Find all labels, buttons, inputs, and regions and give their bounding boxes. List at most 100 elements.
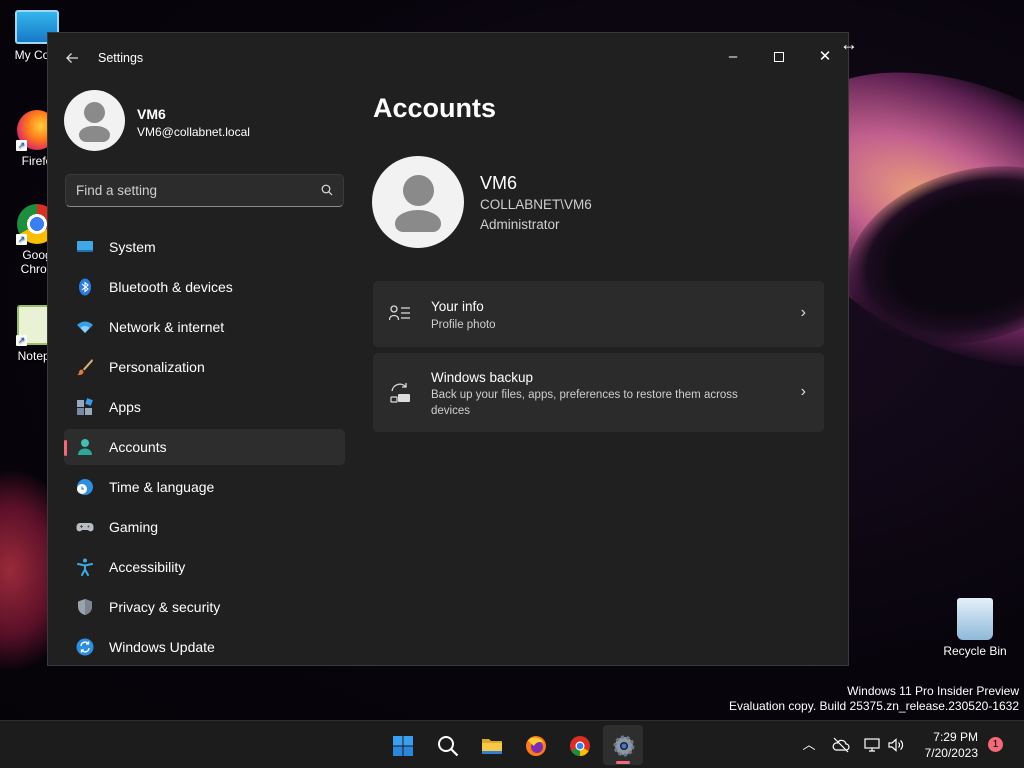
evaluation-watermark: Windows 11 Pro Insider Preview Evaluatio… — [729, 684, 1019, 714]
your-info-card[interactable]: Your info Profile photo › — [373, 281, 824, 347]
start-button[interactable] — [382, 725, 422, 765]
search-box[interactable] — [65, 174, 344, 207]
user-name: VM6 — [137, 106, 166, 122]
sidebar-item-label: Apps — [109, 399, 141, 415]
gamepad-icon — [76, 523, 94, 532]
person-body — [79, 126, 110, 142]
chevron-up-icon: ︿ — [802, 737, 816, 752]
sidebar-item-bluetooth[interactable]: Bluetooth & devices — [64, 269, 345, 305]
time-language-icon — [77, 479, 93, 495]
card-title: Windows backup — [431, 370, 534, 385]
taskbar-settings[interactable] — [603, 725, 643, 765]
chrome-icon — [570, 736, 590, 757]
taskbar-file-explorer[interactable] — [471, 725, 511, 765]
windows-backup-card[interactable]: Windows backup Back up your files, apps,… — [373, 353, 824, 432]
back-arrow-icon — [66, 53, 78, 63]
sidebar-item-label: Time & language — [109, 479, 215, 495]
person-body — [395, 210, 441, 232]
sidebar-item-accounts[interactable]: Accounts — [64, 429, 345, 465]
sidebar-item-label: Accessibility — [109, 559, 186, 575]
settings-window: Settings – ✕ VM6 VM6@collabnet.local Sys… — [47, 32, 849, 666]
sidebar-item-accessibility[interactable]: Accessibility — [64, 549, 345, 585]
search-icon[interactable] — [321, 184, 333, 196]
recycle-bin-icon — [957, 598, 993, 640]
taskbar-chrome[interactable] — [559, 725, 599, 765]
page-title: Accounts — [373, 93, 497, 123]
start-icon — [393, 736, 413, 756]
brush-icon — [77, 359, 93, 376]
sidebar-item-label: Bluetooth & devices — [109, 279, 233, 295]
cloud-offline-icon — [832, 737, 850, 753]
wifi-icon — [77, 321, 93, 333]
account-name: VM6 — [480, 173, 518, 193]
file-explorer-icon — [482, 739, 502, 754]
notification-badge[interactable]: 1 — [988, 737, 1003, 752]
shortcut-arrow-icon: ↗ — [16, 234, 27, 245]
search-icon — [438, 736, 459, 757]
accounts-icon — [78, 439, 92, 455]
shield-icon — [78, 599, 92, 615]
desktop-icon-label: Recycle Bin — [943, 644, 1007, 658]
shortcut-arrow-icon: ↗ — [16, 140, 27, 151]
sidebar-item-apps[interactable]: Apps — [64, 389, 345, 425]
network-icon — [864, 738, 880, 752]
watermark-line: Evaluation copy. Build 25375.zn_release.… — [729, 699, 1019, 713]
account-avatar — [372, 156, 464, 248]
title-bar[interactable]: Settings – ✕ — [48, 33, 848, 81]
sidebar-item-system[interactable]: System — [64, 229, 345, 265]
sidebar-item-windows-update[interactable]: Windows Update — [64, 629, 345, 665]
bluetooth-icon — [79, 278, 91, 296]
update-icon — [76, 638, 94, 656]
tray-cloud-offline[interactable] — [832, 736, 850, 754]
account-domain: COLLABNET\VM6 — [480, 197, 592, 212]
system-icon — [77, 241, 93, 252]
show-hidden-icons-button[interactable]: ︿ — [800, 736, 818, 754]
firefox-icon — [526, 736, 546, 756]
window-title: Settings — [98, 51, 144, 65]
taskbar-firefox[interactable] — [515, 725, 555, 765]
sidebar-item-label: Gaming — [109, 519, 159, 535]
sidebar-item-label: Accounts — [109, 439, 167, 455]
volume-icon — [888, 738, 904, 752]
chevron-right-icon: › — [800, 383, 806, 400]
sidebar-item-time-language[interactable]: Time & language — [64, 469, 345, 505]
tray-volume[interactable] — [887, 736, 905, 754]
watermark-line: Windows 11 Pro Insider Preview — [847, 684, 1019, 698]
chevron-right-icon: › — [800, 304, 806, 321]
active-app-indicator — [616, 761, 630, 764]
backup-icon — [390, 383, 410, 403]
clock-date: 7/20/2023 — [924, 746, 978, 760]
desktop-icon-recycle-bin[interactable]: Recycle Bin — [939, 598, 1011, 658]
minimize-button[interactable]: – — [710, 41, 756, 73]
sidebar-item-label: Personalization — [109, 359, 205, 375]
user-email: VM6@collabnet.local — [137, 125, 250, 139]
card-title: Your info — [431, 299, 484, 314]
sidebar-item-label: Privacy & security — [109, 599, 221, 615]
clock-time: 7:29 PM — [933, 730, 978, 744]
sidebar-item-label: Network & internet — [109, 319, 225, 335]
back-button[interactable] — [62, 48, 82, 68]
settings-icon — [613, 735, 635, 757]
sidebar-item-network[interactable]: Network & internet — [64, 309, 345, 345]
clock[interactable]: 7:29 PM 7/20/2023 — [920, 729, 978, 761]
sidebar-item-personalization[interactable]: Personalization — [64, 349, 345, 385]
sidebar-item-gaming[interactable]: Gaming — [64, 509, 345, 545]
sidebar-item-label: System — [109, 239, 156, 255]
sidebar-item-privacy[interactable]: Privacy & security — [64, 589, 345, 625]
minimize-icon: – — [728, 48, 738, 65]
search-input[interactable] — [76, 175, 311, 206]
card-subtitle: Back up your files, apps, preferences to… — [431, 389, 738, 417]
taskbar-search-button[interactable] — [427, 725, 467, 765]
tray-network[interactable] — [864, 736, 882, 754]
user-info-icon — [389, 305, 410, 321]
taskbar: ︿ 7:29 PM 7/20/2023 1 — [0, 720, 1024, 768]
card-subtitle: Profile photo — [431, 319, 496, 331]
avatar[interactable] — [64, 90, 125, 151]
sidebar-nav: System Bluetooth & devices Network & int… — [64, 229, 345, 665]
maximize-icon — [774, 52, 784, 63]
maximize-button[interactable] — [756, 41, 802, 73]
sidebar-item-label: Windows Update — [109, 639, 215, 655]
accessibility-icon — [77, 558, 93, 576]
resize-cursor-icon: ↔ — [840, 34, 858, 54]
apps-icon — [77, 398, 93, 415]
